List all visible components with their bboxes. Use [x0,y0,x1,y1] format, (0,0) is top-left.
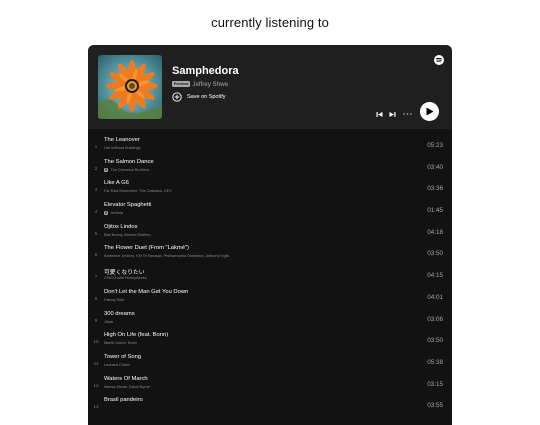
album-cover[interactable] [98,55,162,119]
save-on-spotify-button[interactable]: Save on Spotify [172,92,226,102]
track-number: 6 [94,252,98,258]
track-duration: 05:23 [427,142,443,149]
track-artist-line: Martin Garrix, Bonn [104,341,137,345]
track-artist-line: E The Chemical Brothers [104,167,150,172]
track-title[interactable]: Samphedora [172,65,239,77]
artist-name[interactable]: Jeffrey Shwe [192,81,228,88]
artist-line: Preview Jeffrey Shwe [172,81,228,88]
track-artist-line: Jiban [104,320,113,324]
player-header: Samphedora Preview Jeffrey Shwe Save on S… [88,45,452,129]
track-row[interactable]: 11 Tower of Song Leonard Cohen 05:38 [88,353,452,375]
track-artist-line: Bad Bunny, Bomba Estéreo [104,233,151,237]
track-title: The Salmon Dance [104,158,154,165]
track-title: 可愛くなりたい [104,270,145,277]
track-number: 7 [94,274,98,280]
track-duration: 04:01 [427,293,443,301]
track-artist: Katherine Jenkins, Kiri Te Kanawa, Philh… [104,254,230,259]
track-artist: Jin3wia [110,211,123,216]
track-artist: Far East Movement, The Cataracs, DEV [104,189,172,194]
track-title: Brasil pandeiro [104,397,143,404]
track-duration: 04:15 [427,272,443,280]
track-title: The Flower Duet (From "Lakmé") [104,245,189,252]
track-row[interactable]: 10 High On Life (feat. Bonn) Martin Garrix… [88,331,452,353]
spotify-logo-icon[interactable] [434,55,444,65]
track-title: Waters Of March [104,375,148,382]
track-title: 300 dreams [104,310,135,317]
track-title: Tower of Song [104,353,142,360]
plus-circle-icon [172,92,182,102]
track-title: Ojitos Lindos [104,223,138,230]
track-duration: 03:50 [427,337,443,345]
track-row[interactable]: 4 Elevator Spaghetti E Jin3wia 01:45 [88,201,452,223]
track-number: 13 [93,404,99,410]
skip-next-icon[interactable] [389,111,396,118]
track-number: 1 [94,144,98,149]
track-duration: 03:40 [427,163,443,171]
track-title: Like A G6 [104,180,129,187]
track-duration: 03:15 [427,380,443,388]
track-artist: The Chemical Brothers [110,167,150,172]
track-artist: Jiban [104,319,114,324]
track-duration: 03:06 [427,315,443,323]
track-artist: CHiCO with HoneyWorks [104,276,147,281]
track-number: 9 [94,317,98,323]
track-row[interactable]: 2 The Salmon Dance E The Chemical Brothers 0… [88,158,452,180]
track-artist: Life Without Buildings [104,146,141,150]
track-row[interactable]: 1 The Leanover Life Without Buildings 05:23 [88,136,452,158]
save-label: Save on Spotify [187,94,226,100]
track-artist-line: E Jin3wia [104,211,123,216]
track-artist: Leonard Cohen [104,362,131,367]
track-artist-line: Far East Movement, The Cataracs, DEV [104,189,172,193]
play-button[interactable] [420,102,439,121]
track-artist: Fatboy Slim [104,297,125,302]
track-artist-line: Life Without Buildings [104,146,141,150]
track-artist: Marisa Monte, David Byrne [104,384,150,389]
track-number: 4 [94,209,98,215]
track-duration: 03:55 [427,402,443,410]
track-artist-line: Fatboy Slim [104,298,124,302]
preview-badge: Preview [172,81,191,87]
track-title: Elevator Spaghetti [104,202,152,209]
track-number: 12 [93,382,99,388]
track-number: 2 [94,165,98,171]
track-row[interactable]: 8 Don't Let the Man Get You Down Fatboy Sl… [88,288,452,310]
track-duration: 04:18 [427,228,443,236]
track-title: High On Life (feat. Bonn) [104,332,169,339]
track-row[interactable]: 12 Waters Of March Marisa Monte, David Byr… [88,375,452,397]
track-row[interactable]: 3 Like A G6 Far East Movement, The Catarac… [88,179,452,201]
page-heading: currently listening to [211,15,329,30]
track-title: The Leanover [104,137,140,143]
spotify-embed-player: Samphedora Preview Jeffrey Shwe Save on S… [88,45,452,425]
track-row[interactable]: 6 The Flower Duet (From "Lakmé") Katherine… [88,244,452,266]
explicit-badge: E [104,211,109,216]
track-row[interactable]: 9 300 dreams Jiban 03:06 [88,310,452,332]
track-row[interactable]: 13 Brasil pandeiro 03:55 [88,396,452,418]
track-number: 5 [94,230,98,236]
track-duration: 03:36 [427,185,443,193]
track-artist-line: Katherine Jenkins, Kiri Te Kanawa, Philh… [104,254,229,258]
skip-previous-icon[interactable] [376,111,383,118]
more-dots-icon[interactable] [403,112,412,116]
track-row[interactable]: 7 可愛くなりたい CHiCO with HoneyWorks 04:15 [88,266,452,288]
track-duration: 01:45 [427,207,443,215]
track-number: 11 [93,360,99,366]
track-number: 10 [93,339,99,345]
track-duration: 05:38 [427,358,443,366]
explicit-badge: E [104,167,109,172]
track-artist: Martin Garrix, Bonn [104,341,137,346]
track-title: Don't Let the Man Get You Down [104,288,189,295]
track-number: 3 [94,187,98,193]
play-icon [426,107,434,116]
track-artist-line: Marisa Monte, David Byrne [104,385,150,389]
track-artist-line: CHiCO with HoneyWorks [104,276,147,280]
track-duration: 03:50 [427,250,443,258]
track-number: 8 [94,295,98,301]
track-artist: Bad Bunny, Bomba Estéreo [104,232,151,237]
track-row[interactable]: 5 Ojitos Lindos Bad Bunny, Bomba Estéreo 04… [88,223,452,245]
track-list: 1 The Leanover Life Without Buildings 05:23… [88,136,452,418]
track-artist-line: Leonard Cohen [104,363,130,367]
